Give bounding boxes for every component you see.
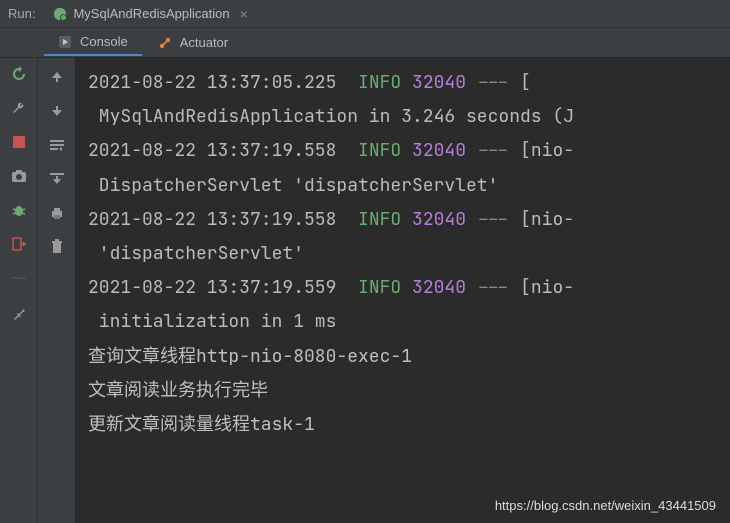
run-label: Run: (8, 6, 35, 21)
scroll-to-end-icon[interactable] (48, 170, 66, 188)
close-icon[interactable]: × (240, 6, 248, 22)
wrench-icon[interactable] (9, 98, 29, 118)
tab-actuator[interactable]: Actuator (144, 30, 242, 55)
tab-console-label: Console (80, 34, 128, 49)
console-output[interactable]: 2021-08-22 13:37:05.225 INFO 32040 --- [… (76, 58, 730, 523)
print-icon[interactable] (48, 204, 66, 222)
actuator-icon (158, 36, 172, 50)
main-area: 2021-08-22 13:37:05.225 INFO 32040 --- [… (0, 58, 730, 523)
exit-icon[interactable] (9, 234, 29, 254)
watermark: https://blog.csdn.net/weixin_43441509 (495, 498, 716, 513)
run-header: Run: MySqlAndRedisApplication × (0, 0, 730, 28)
soft-wrap-icon[interactable] (48, 136, 66, 154)
rerun-icon[interactable] (9, 64, 29, 84)
run-config-tab[interactable]: MySqlAndRedisApplication × (43, 2, 257, 26)
tab-console[interactable]: Console (44, 29, 142, 56)
left-gutter (0, 58, 38, 523)
camera-icon[interactable] (9, 166, 29, 186)
tab-actuator-label: Actuator (180, 35, 228, 50)
console-tabs: Console Actuator (0, 28, 730, 58)
play-icon (58, 35, 72, 49)
bug-icon[interactable] (9, 200, 29, 220)
pin-icon[interactable] (9, 302, 29, 322)
console-tools (38, 58, 76, 523)
scroll-up-icon[interactable] (48, 68, 66, 86)
scroll-down-icon[interactable] (48, 102, 66, 120)
run-config-name: MySqlAndRedisApplication (73, 6, 229, 21)
divider (9, 268, 29, 288)
trash-icon[interactable] (48, 238, 66, 256)
stop-icon[interactable] (9, 132, 29, 152)
spring-boot-icon (53, 7, 67, 21)
